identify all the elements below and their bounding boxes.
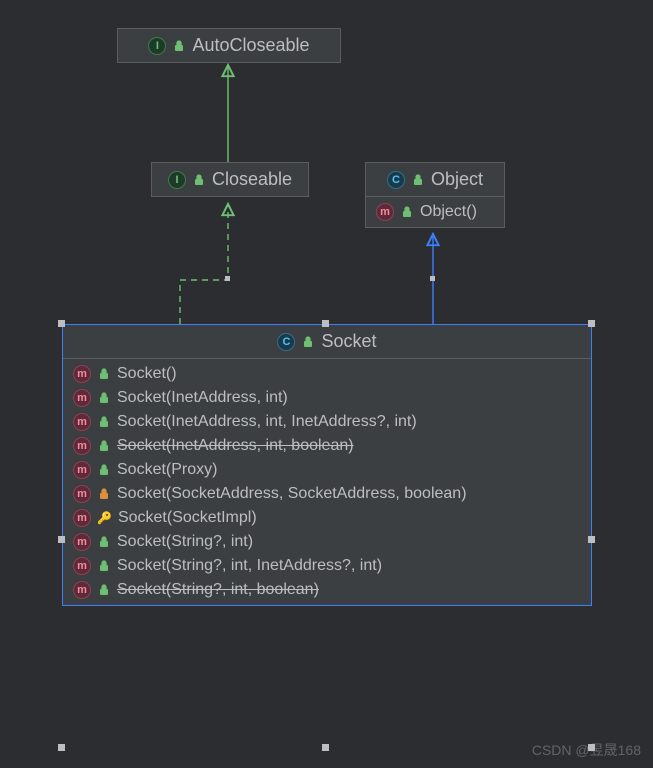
method-icon: m [73, 485, 91, 503]
method-row: m Socket(InetAddress, int) [73, 389, 581, 407]
method-icon: m [73, 389, 91, 407]
protected-key-icon: 🔑 [97, 511, 112, 525]
public-lock-icon [400, 205, 414, 219]
method-icon: m [73, 461, 91, 479]
method-label: Object() [420, 203, 477, 221]
method-icon: m [73, 365, 91, 383]
method-row: m Socket(String?, int) [73, 533, 581, 551]
method-label: Socket(String?, int, InetAddress?, int) [117, 557, 382, 575]
public-lock-icon [97, 583, 111, 597]
node-autocloseable[interactable]: I AutoCloseable [117, 28, 341, 63]
public-lock-icon [97, 463, 111, 477]
method-row: m Object() [376, 203, 494, 221]
resize-handle[interactable] [58, 536, 65, 543]
watermark: CSDN @昱晟168 [532, 740, 641, 760]
method-label: Socket(InetAddress, int) [117, 389, 288, 407]
resize-handle[interactable] [225, 276, 230, 281]
method-label: Socket(InetAddress, int, boolean) [117, 437, 354, 455]
method-row: m Socket(InetAddress, int, boolean) [73, 437, 581, 455]
class-icon: C [387, 171, 405, 189]
method-icon: m [73, 509, 91, 527]
method-row: m Socket(String?, int, InetAddress?, int) [73, 557, 581, 575]
resize-handle[interactable] [588, 320, 595, 327]
method-row: m Socket(String?, int, boolean) [73, 581, 581, 599]
interface-icon: I [148, 37, 166, 55]
public-lock-icon [411, 173, 425, 187]
public-lock-icon [97, 391, 111, 405]
node-body: m Object() [366, 196, 504, 227]
public-lock-icon [97, 415, 111, 429]
method-label: Socket(String?, int, boolean) [117, 581, 319, 599]
resize-handle[interactable] [588, 536, 595, 543]
method-row: m 🔑 Socket(SocketImpl) [73, 509, 581, 527]
method-row: m Socket(Proxy) [73, 461, 581, 479]
private-lock-icon [97, 487, 111, 501]
method-label: Socket() [117, 365, 177, 383]
public-lock-icon [97, 439, 111, 453]
method-label: Socket(InetAddress, int, InetAddress?, i… [117, 413, 417, 431]
public-lock-icon [97, 559, 111, 573]
node-socket[interactable]: C Socket m Socket() m Socket(InetAddress, i… [62, 324, 592, 606]
interface-icon: I [168, 171, 186, 189]
method-label: Socket(Proxy) [117, 461, 217, 479]
method-icon: m [73, 413, 91, 431]
method-label: Socket(String?, int) [117, 533, 253, 551]
resize-handle[interactable] [322, 320, 329, 327]
node-title: Object [431, 169, 483, 190]
method-row: m Socket(InetAddress, int, InetAddress?, … [73, 413, 581, 431]
node-closeable[interactable]: I Closeable [151, 162, 309, 197]
public-lock-icon [97, 535, 111, 549]
method-label: Socket(SocketImpl) [118, 509, 257, 527]
resize-handle[interactable] [58, 320, 65, 327]
node-title: Closeable [212, 169, 292, 190]
public-lock-icon [172, 39, 186, 53]
node-title: AutoCloseable [192, 35, 309, 56]
public-lock-icon [192, 173, 206, 187]
method-icon: m [73, 557, 91, 575]
method-label: Socket(SocketAddress, SocketAddress, boo… [117, 485, 467, 503]
node-title: Socket [321, 331, 376, 352]
method-icon: m [73, 581, 91, 599]
method-row: m Socket() [73, 365, 581, 383]
resize-handle[interactable] [430, 276, 435, 281]
class-icon: C [277, 333, 295, 351]
public-lock-icon [97, 367, 111, 381]
resize-handle[interactable] [58, 744, 65, 751]
method-row: m Socket(SocketAddress, SocketAddress, bo… [73, 485, 581, 503]
resize-handle[interactable] [322, 744, 329, 751]
node-body: m Socket() m Socket(InetAddress, int) m Socke… [63, 358, 591, 605]
method-icon: m [73, 533, 91, 551]
public-lock-icon [301, 335, 315, 349]
method-icon: m [73, 437, 91, 455]
method-icon: m [376, 203, 394, 221]
node-object[interactable]: C Object m Object() [365, 162, 505, 228]
